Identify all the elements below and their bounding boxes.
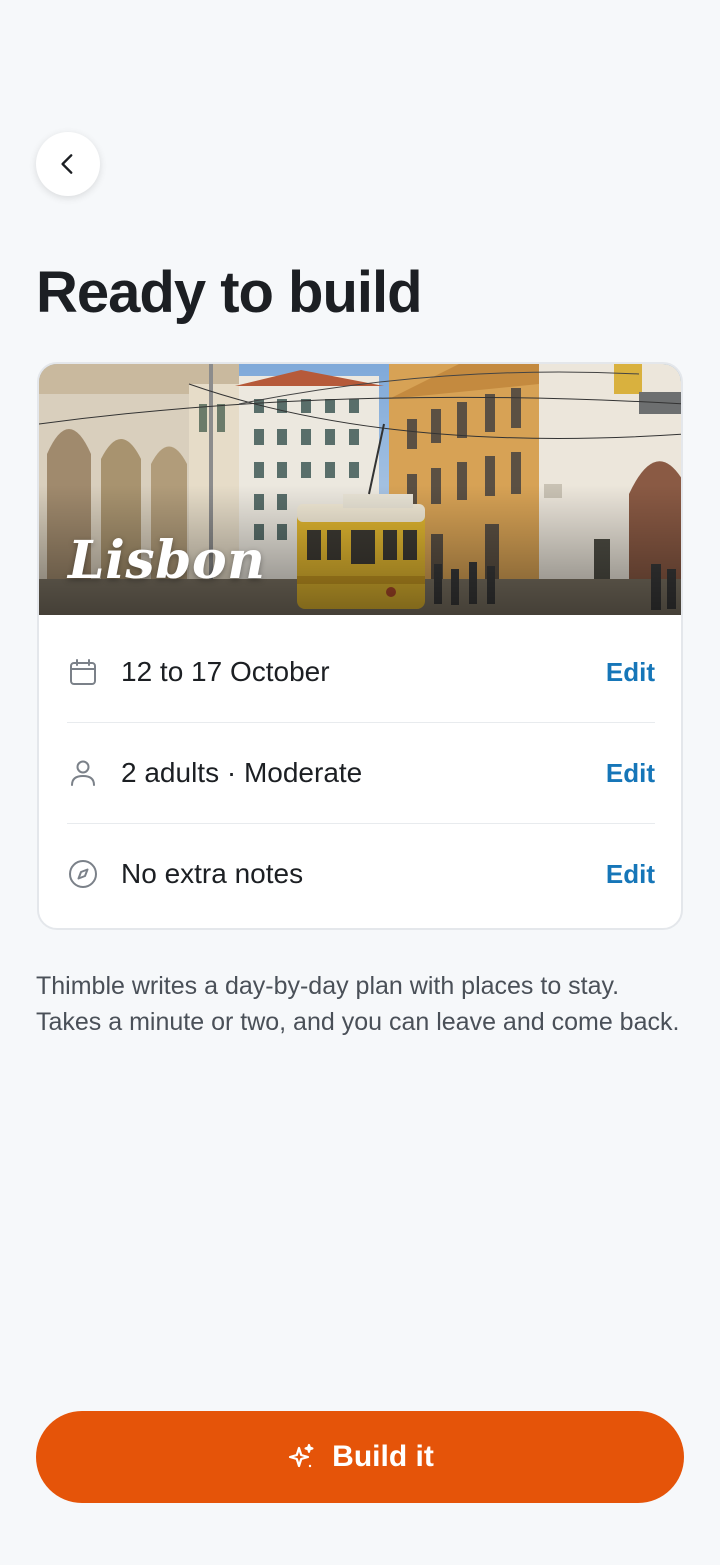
build-it-label: Build it — [332, 1440, 434, 1473]
notes-row: No extra notes Edit — [67, 824, 655, 924]
page-title: Ready to build — [36, 260, 423, 325]
city-name: Lisbon — [68, 530, 266, 591]
info-text: Thimble writes a day-by-day plan with pl… — [36, 972, 680, 1036]
calendar-icon — [67, 656, 99, 688]
edit-notes-link[interactable]: Edit — [606, 859, 655, 890]
sparkle-icon — [286, 1442, 332, 1472]
chevron-left-icon — [55, 151, 81, 177]
ready-to-build-screen: Ready to build Lisbon 12 to 17 October E… — [0, 0, 720, 1565]
notes-label: No extra notes — [121, 858, 304, 889]
travelers-row: 2 adults · Moderate Edit — [67, 723, 655, 823]
back-button[interactable] — [36, 132, 100, 196]
edit-travelers-link[interactable]: Edit — [606, 758, 655, 789]
city-hero-image: Lisbon — [39, 364, 681, 615]
dates-label: 12 to 17 October — [121, 656, 330, 687]
travelers-label: 2 adults · Moderate — [121, 757, 363, 788]
compass-icon — [67, 858, 99, 890]
edit-dates-link[interactable]: Edit — [606, 657, 655, 688]
build-it-button[interactable]: Build it — [36, 1411, 684, 1503]
trip-summary-card: Lisbon 12 to 17 October Edit 2 adults · … — [37, 362, 683, 930]
person-icon — [67, 757, 99, 789]
dates-row: 12 to 17 October Edit — [67, 622, 655, 722]
